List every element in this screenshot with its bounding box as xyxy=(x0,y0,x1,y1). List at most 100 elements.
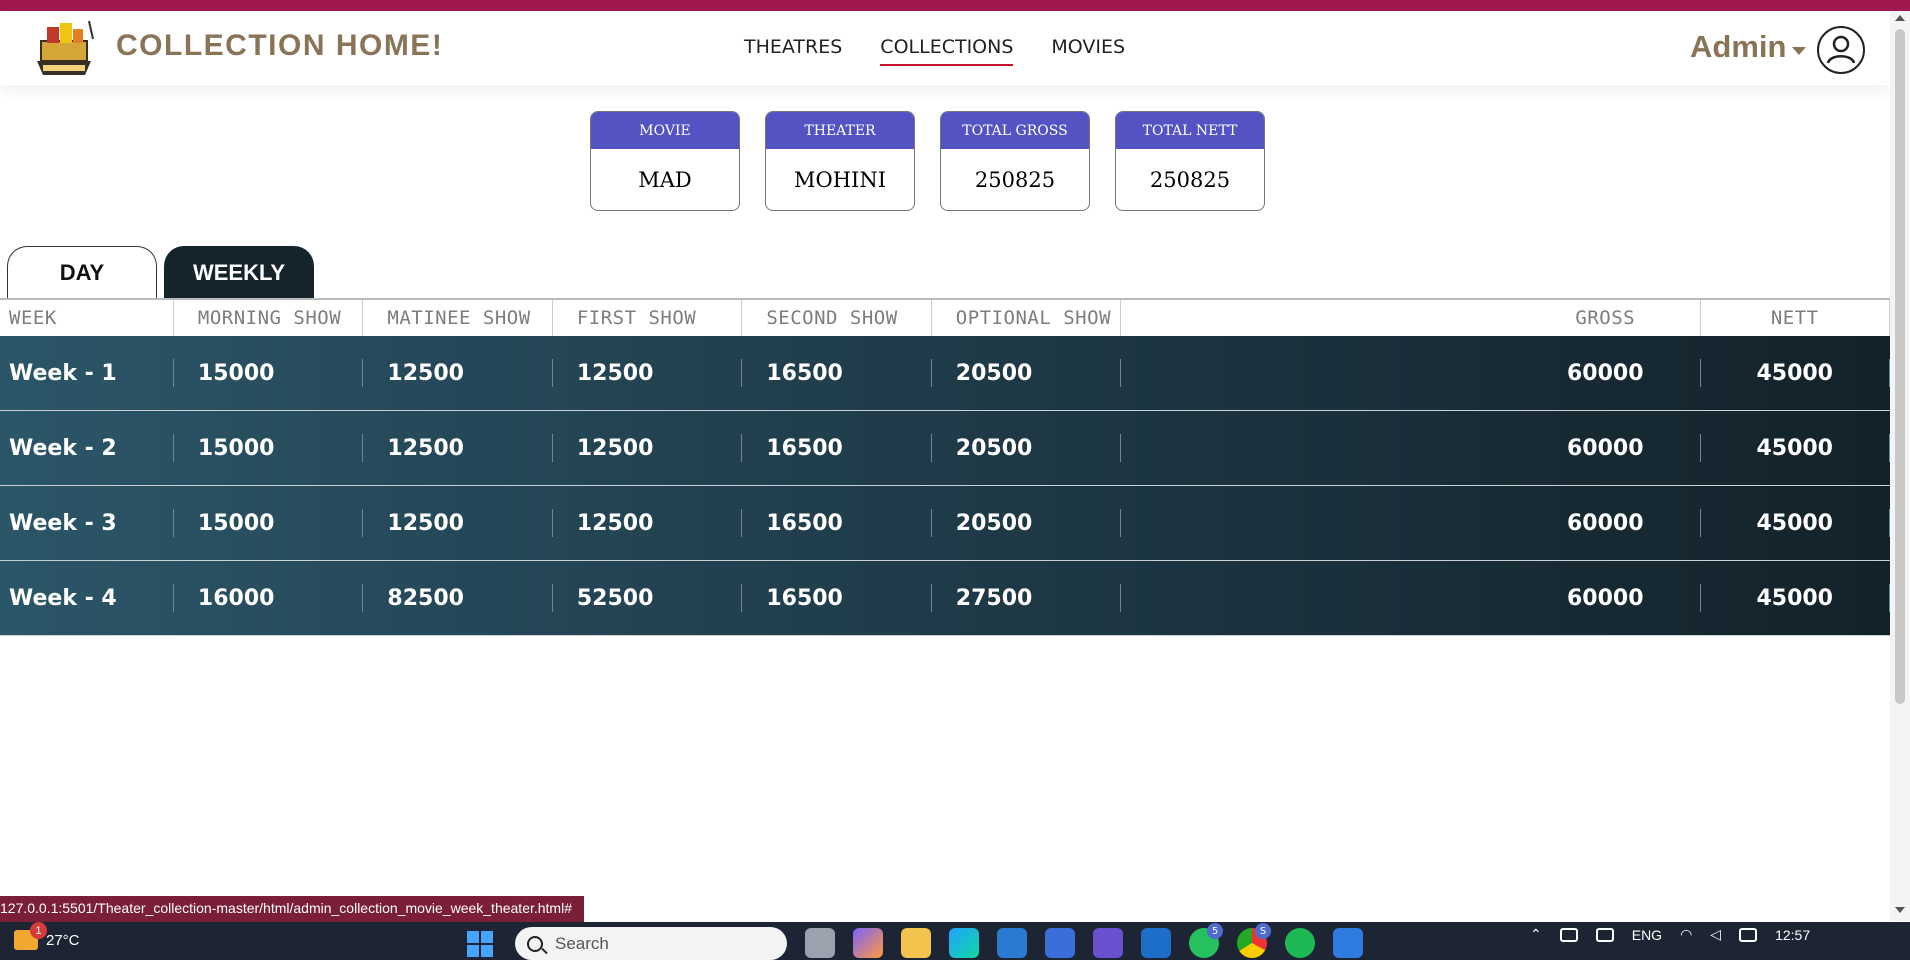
edge-icon[interactable] xyxy=(949,928,979,958)
show-cell: 20500 xyxy=(932,434,1122,462)
card-value: 250825 xyxy=(974,168,1056,192)
tab-weekly[interactable]: WEEKLY xyxy=(164,246,314,298)
col-header-gross: GROSS xyxy=(1511,300,1701,336)
nett-cell: 45000 xyxy=(1701,584,1890,612)
summary-card-total-nett: TOTAL NETT 250825 xyxy=(1115,111,1265,211)
weather-widget[interactable]: 1 27°C xyxy=(14,922,80,950)
page-scrollbar[interactable] xyxy=(1890,11,1910,921)
copilot-icon[interactable] xyxy=(853,928,883,958)
col-header-optional-show: OPTIONAL SHOW xyxy=(932,300,1122,336)
search-icon xyxy=(527,935,543,952)
file-explorer-icon[interactable] xyxy=(901,928,931,958)
top-accent-bar xyxy=(0,0,1910,11)
show-cell: 16500 xyxy=(742,359,932,387)
scroll-thumb[interactable] xyxy=(1895,29,1905,704)
volume-icon[interactable]: ◁ xyxy=(1710,926,1721,943)
whatsapp-icon[interactable]: 5 xyxy=(1189,923,1223,958)
col-header-second-show: SECOND SHOW xyxy=(742,300,932,336)
card-value: MOHINI xyxy=(794,168,886,192)
summary-card-total-gross: TOTAL GROSS 250825 xyxy=(940,111,1090,211)
chevron-up-icon[interactable]: ⌃ xyxy=(1530,926,1542,943)
tab-day[interactable]: DAY xyxy=(7,246,157,298)
nett-cell: 45000 xyxy=(1701,434,1890,462)
gross-cell: 60000 xyxy=(1511,434,1701,462)
wifi-icon[interactable]: ◠ xyxy=(1680,926,1692,943)
scroll-up-icon[interactable] xyxy=(1895,15,1905,21)
show-cell: 12500 xyxy=(363,509,553,537)
battery-icon[interactable] xyxy=(1739,927,1758,942)
nett-cell: 45000 xyxy=(1701,509,1890,537)
task-view-icon[interactable] xyxy=(805,928,835,958)
card-label: THEATER xyxy=(766,112,914,149)
gross-cell: 60000 xyxy=(1511,584,1701,612)
language-indicator[interactable]: ENG xyxy=(1632,927,1662,943)
clipchamp-icon[interactable] xyxy=(1093,928,1123,958)
card-value: 250825 xyxy=(1149,168,1231,192)
table-row: Week - 1 15000 12500 12500 16500 20500 60000 45… xyxy=(0,336,1890,411)
photos-icon[interactable] xyxy=(1333,928,1363,958)
gross-cell: 60000 xyxy=(1511,359,1701,387)
main-nav: THEATRES COLLECTIONS MOVIES xyxy=(744,36,1125,66)
weather-icon: 1 xyxy=(14,922,47,950)
logo-icon[interactable] xyxy=(27,17,101,77)
chevron-down-icon xyxy=(1792,47,1807,55)
view-tabs: DAY WEEKLY xyxy=(7,246,314,298)
show-cell: 20500 xyxy=(932,359,1122,387)
col-header-matinee-show: MATINEE SHOW xyxy=(363,300,553,336)
scroll-down-icon[interactable] xyxy=(1895,907,1905,913)
show-cell: 52500 xyxy=(553,584,743,612)
admin-label: Admin xyxy=(1690,29,1787,64)
table-row: Week - 4 16000 82500 52500 16500 27500 60000 45… xyxy=(0,561,1890,636)
clock[interactable]: 12:57 xyxy=(1775,927,1810,943)
outlook-icon[interactable] xyxy=(1141,928,1171,958)
admin-menu[interactable]: Admin xyxy=(1690,29,1807,65)
sync-icon[interactable] xyxy=(1559,927,1578,942)
chrome-icon[interactable]: S xyxy=(1237,923,1271,958)
table-row: Week - 2 15000 12500 12500 16500 20500 60000 45… xyxy=(0,411,1890,486)
taskbar-apps: 5 S xyxy=(805,923,1363,958)
show-cell: 20500 xyxy=(932,509,1122,537)
show-cell: 15000 xyxy=(174,509,364,537)
chrome-badge: S xyxy=(1255,923,1271,939)
gross-cell: 60000 xyxy=(1511,509,1701,537)
status-bar-url: 127.0.0.1:5501/Theater_collection-master… xyxy=(0,896,584,922)
show-cell: 12500 xyxy=(363,434,553,462)
col-header-week: WEEK xyxy=(0,300,174,336)
nav-movies[interactable]: MOVIES xyxy=(1051,36,1125,66)
summary-card-theater: THEATER MOHINI xyxy=(765,111,915,211)
nav-collections[interactable]: COLLECTIONS xyxy=(880,36,1014,66)
vscode-icon[interactable] xyxy=(997,928,1027,958)
show-cell: 12500 xyxy=(553,509,743,537)
notification-badge: 1 xyxy=(30,922,47,939)
week-cell: Week - 4 xyxy=(0,584,174,612)
table-row: Week - 3 15000 12500 12500 16500 20500 60000 45… xyxy=(0,486,1890,561)
show-cell: 16500 xyxy=(742,584,932,612)
header-spacer xyxy=(1121,300,1511,336)
nav-theatres[interactable]: THEATRES xyxy=(744,36,842,66)
nett-cell: 45000 xyxy=(1701,359,1890,387)
show-cell: 12500 xyxy=(553,359,743,387)
show-cell: 16500 xyxy=(742,434,932,462)
store-icon[interactable] xyxy=(1045,928,1075,958)
windows-start-icon[interactable] xyxy=(467,931,493,957)
col-header-nett: NETT xyxy=(1701,300,1890,336)
brand-title: COLLECTION HOME! xyxy=(116,29,444,62)
show-cell: 16500 xyxy=(742,509,932,537)
show-cell: 12500 xyxy=(553,434,743,462)
show-cell: 12500 xyxy=(363,359,553,387)
summary-cards: MOVIE MAD THEATER MOHINI TOTAL GROSS 250… xyxy=(590,111,1265,211)
table-header: WEEK MORNING SHOW MATINEE SHOW FIRST SHO… xyxy=(0,300,1890,336)
card-value: MAD xyxy=(638,168,692,192)
week-cell: Week - 1 xyxy=(0,359,174,387)
taskbar-search[interactable]: Search xyxy=(515,927,787,960)
weather-temp: 27°C xyxy=(46,931,80,949)
spotify-icon[interactable] xyxy=(1285,928,1315,958)
cloud-icon[interactable] xyxy=(1595,927,1614,942)
os-taskbar: 1 27°C Search 5 S ⌃ ENG ◠ ◁ 12:57 xyxy=(0,922,1910,960)
week-cell: Week - 3 xyxy=(0,509,174,537)
show-cell: 82500 xyxy=(363,584,553,612)
show-cell: 16000 xyxy=(174,584,364,612)
week-cell: Week - 2 xyxy=(0,434,174,462)
summary-card-movie: MOVIE MAD xyxy=(590,111,740,211)
user-avatar-icon[interactable] xyxy=(1817,26,1865,74)
